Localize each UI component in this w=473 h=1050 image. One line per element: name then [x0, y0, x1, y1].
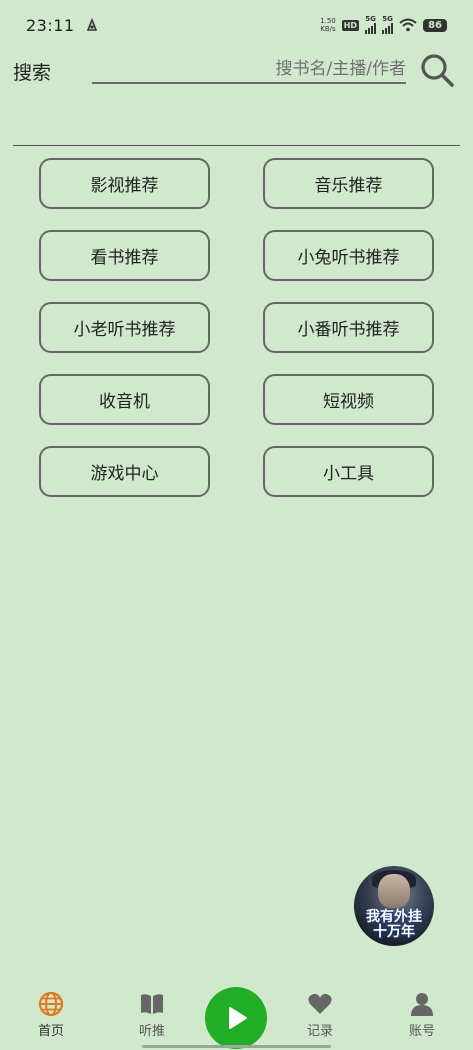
nav-records-label: 记录: [306, 1024, 333, 1039]
nav-home-label: 首页: [37, 1024, 64, 1039]
network-speed: 1.50 KB/s: [320, 17, 336, 33]
signal-1-bars-icon: [365, 23, 377, 34]
network-speed-unit: KB/s: [320, 25, 336, 33]
header-divider: [13, 145, 460, 146]
play-button[interactable]: [205, 987, 267, 1049]
nav-records[interactable]: 记录: [290, 985, 350, 1045]
network-speed-value: 1.50: [320, 17, 336, 25]
menu-grid: 影视推荐 音乐推荐 看书推荐 小兔听书推荐 小老听书推荐 小番听书推荐 收音机 …: [39, 158, 434, 497]
search-input[interactable]: [92, 56, 406, 84]
book-icon: [141, 994, 163, 1014]
signal-2: 5G: [382, 15, 394, 34]
game-center-button[interactable]: 游戏中心: [39, 446, 210, 497]
tools-button[interactable]: 小工具: [263, 446, 434, 497]
search-icon[interactable]: [419, 52, 455, 88]
home-indicator[interactable]: [142, 1045, 331, 1048]
wifi-icon: [399, 18, 417, 32]
heart-icon: [308, 993, 332, 1014]
person-icon: [411, 993, 433, 1016]
nav-listen[interactable]: 听推: [122, 985, 182, 1045]
signal-2-bars-icon: [382, 23, 394, 34]
status-bar: 23:11 1.50 KB/s HD 5G 5G 86: [0, 0, 473, 50]
now-playing-cover[interactable]: 我有外挂 十万年: [354, 866, 434, 946]
status-right: 1.50 KB/s HD 5G 5G 86: [320, 16, 447, 34]
nav-account[interactable]: 账号: [392, 985, 452, 1045]
play-icon: [229, 1007, 247, 1029]
signal-2-label: 5G: [382, 15, 393, 23]
status-left: 23:11: [26, 16, 99, 35]
book-recommend-button[interactable]: 看书推荐: [39, 230, 210, 281]
nav-listen-label: 听推: [138, 1024, 165, 1039]
rabbit-audiobook-recommend-button[interactable]: 小兔听书推荐: [263, 230, 434, 281]
search-bar: 搜索: [0, 50, 473, 94]
search-label: 搜索: [13, 62, 52, 84]
lao-audiobook-recommend-button[interactable]: 小老听书推荐: [39, 302, 210, 353]
hd-badge: HD: [341, 19, 360, 31]
cover-art-face: [378, 874, 410, 908]
music-recommend-button[interactable]: 音乐推荐: [263, 158, 434, 209]
short-video-button[interactable]: 短视频: [263, 374, 434, 425]
bottom-nav: 首页 听推 记录 账号: [0, 985, 473, 1050]
cover-title-line2: 十万年: [373, 924, 415, 940]
globe-icon: [38, 991, 64, 1017]
fan-audiobook-recommend-button[interactable]: 小番听书推荐: [263, 302, 434, 353]
nav-home[interactable]: 首页: [21, 985, 81, 1045]
movie-recommend-button[interactable]: 影视推荐: [39, 158, 210, 209]
cover-title-line1: 我有外挂: [366, 909, 422, 925]
battery-indicator: 86: [423, 18, 447, 32]
radio-button[interactable]: 收音机: [39, 374, 210, 425]
notification-app-icon: [86, 18, 97, 31]
signal-1: 5G: [365, 15, 377, 34]
nav-account-label: 账号: [408, 1024, 435, 1039]
signal-1-label: 5G: [365, 15, 376, 23]
status-time: 23:11: [26, 15, 75, 35]
